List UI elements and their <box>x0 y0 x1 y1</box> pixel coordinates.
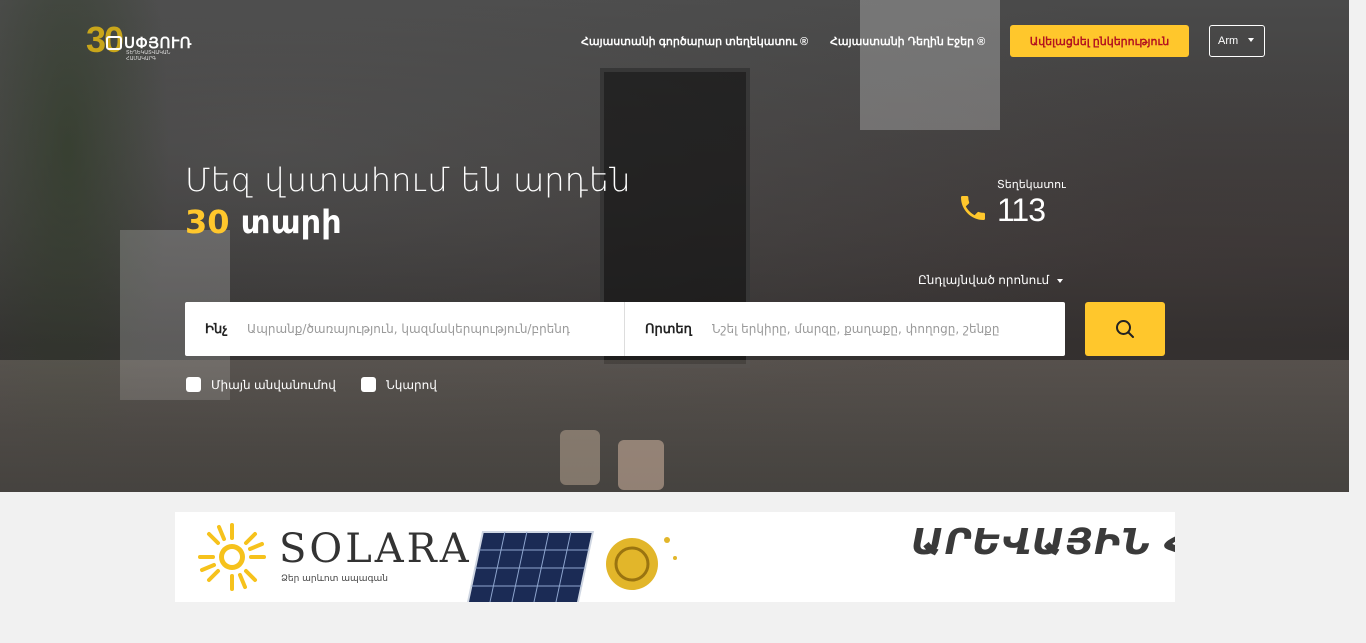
search-where-input[interactable] <box>711 322 1065 336</box>
solar-panel-graphic <box>465 531 677 602</box>
hero-section: 30 ՍՓՅՈՒՌ ՏԵՂԵԿԱՏՎԱԿԱՆ ՀԱՄԱԿԱՐԳ Հայաստան… <box>0 0 1349 492</box>
search-bar: Ինչ Որտեղ <box>185 302 1065 356</box>
phone-label: Տեղեկատու <box>997 179 1066 191</box>
search-where-segment: Որտեղ <box>625 302 1065 356</box>
chevron-down-icon <box>1057 278 1064 283</box>
background-cactus-pot <box>560 430 600 485</box>
search-what-segment: Ինչ <box>185 302 625 356</box>
search-where-label: Որտեղ <box>645 321 692 336</box>
headline-line2: 30 տարի <box>185 200 631 244</box>
background-window <box>860 0 1000 130</box>
filter-by-name-checkbox[interactable]: Միայն անվանումով <box>186 377 336 392</box>
phone-icon <box>961 196 985 220</box>
filter-with-photo-checkbox[interactable]: Նկարով <box>361 377 437 392</box>
checkbox-box[interactable] <box>361 377 376 392</box>
search-what-label: Ինչ <box>205 321 228 336</box>
site-logo[interactable]: 30 ՍՓՅՈՒՌ ՏԵՂԵԿԱՏՎԱԿԱՆ ՀԱՄԱԿԱՐԳ <box>86 22 198 63</box>
search-icon <box>1116 320 1134 338</box>
nav-link-business-directory[interactable]: Հայաստանի գործարար տեղեկատու ® <box>581 35 808 48</box>
banner-slogan: ԱՐԵՎԱՅԻՆ ՀԱՐՎԱԾ <box>911 522 1175 563</box>
headline-line1: Մեզ վստահում են արդեն <box>185 161 631 199</box>
language-value: Arm <box>1218 35 1239 47</box>
banner-tagline: Ձեր արևոտ ապագան <box>281 574 388 584</box>
filter-by-name-label: Միայն անվանումով <box>211 377 336 392</box>
chevron-down-icon <box>1248 38 1254 42</box>
logo-subtitle: ՏԵՂԵԿԱՏՎԱԿԱՆ ՀԱՄԱԿԱՐԳ <box>126 50 171 62</box>
search-what-input[interactable] <box>247 322 607 336</box>
advanced-search-label: Ընդլայնված որոնում <box>918 273 1050 287</box>
hero-headline: Մեզ վստահում են արդեն 30 տարի <box>185 160 631 244</box>
search-button[interactable] <box>1085 302 1165 356</box>
banner-brand: SOLARA <box>279 526 472 572</box>
nav-link-yellow-pages[interactable]: Հայաստանի Դեղին Էջեր ® <box>830 35 985 48</box>
page-scrollbar[interactable] <box>1349 0 1366 643</box>
language-select[interactable]: Arm <box>1209 25 1265 57</box>
tv-icon <box>106 36 122 50</box>
headline-years-number: 30 <box>185 203 230 241</box>
sun-logo-icon <box>198 523 266 591</box>
solara-ad-banner[interactable]: SOLARA Ձեր արևոտ ապագան ԱՐԵՎԱՅԻՆ ՀԱՐՎԱԾ <box>175 512 1175 602</box>
add-company-button[interactable]: Ավելացնել ընկերություն <box>1010 25 1189 57</box>
headline-years-word: տարի <box>240 203 342 241</box>
filter-with-photo-label: Նկարով <box>386 377 437 392</box>
checkbox-box[interactable] <box>186 377 201 392</box>
background-cactus-pot <box>618 440 664 490</box>
phone-number[interactable]: 113 <box>997 192 1046 229</box>
advanced-search-toggle[interactable]: Ընդլայնված որոնում <box>918 273 1064 287</box>
